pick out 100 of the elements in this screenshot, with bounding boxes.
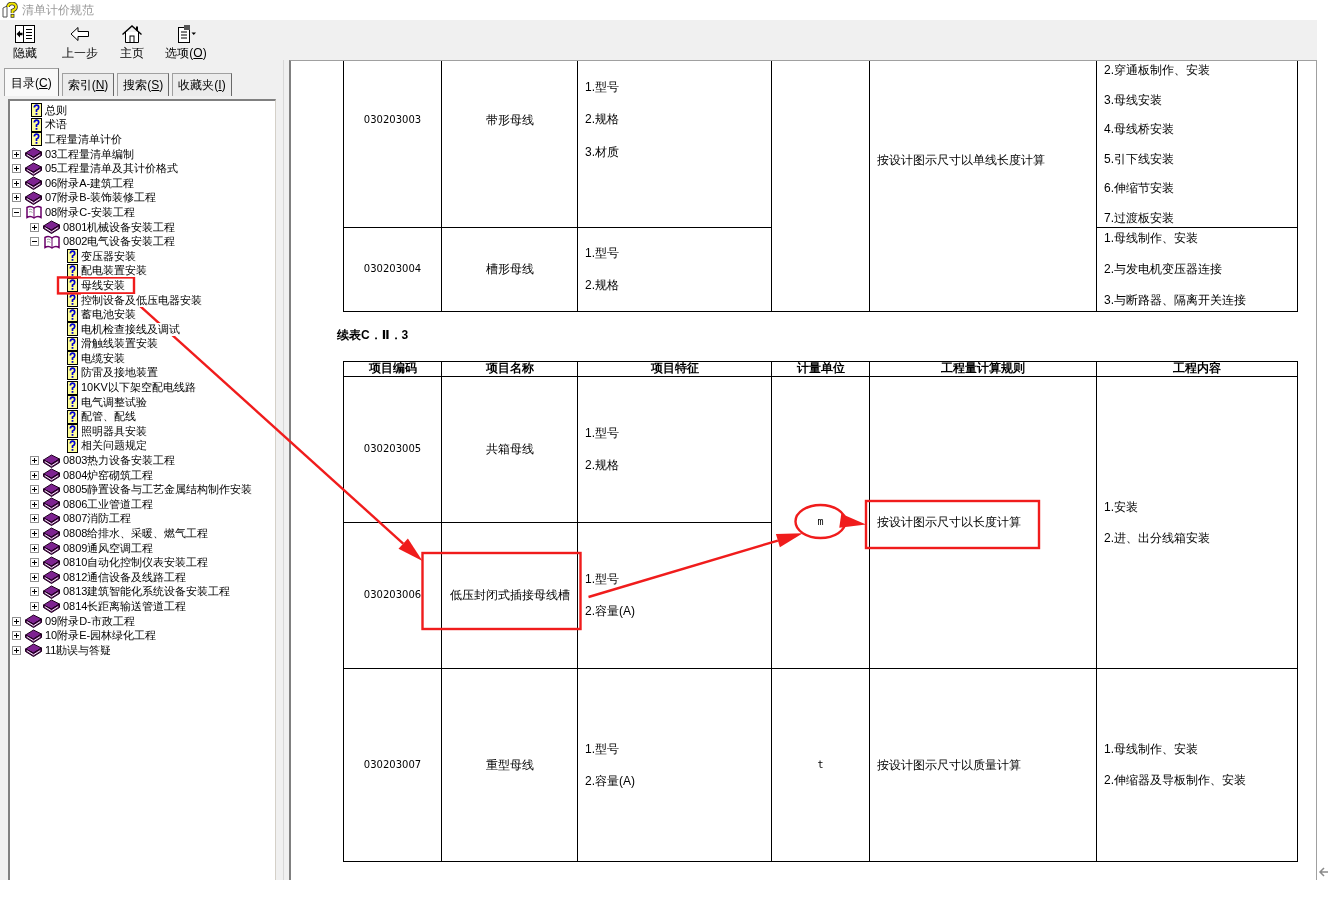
tree-item[interactable]: 03工程量清单编制 — [45, 147, 135, 161]
annotation-arrow — [839, 513, 866, 528]
expand-icon[interactable] — [30, 602, 39, 611]
expand-icon[interactable] — [12, 631, 21, 641]
table-cell: 030203005 — [343, 376, 442, 522]
collapse-icon[interactable] — [30, 237, 39, 247]
expand-icon[interactable] — [30, 470, 39, 480]
work-item: 2.与发电机变压器连接 — [1104, 261, 1223, 277]
tree-item[interactable]: 配电装置安装 — [81, 264, 147, 278]
expand-icon[interactable] — [30, 529, 39, 538]
expand-icon[interactable] — [12, 178, 21, 188]
expand-icon[interactable] — [30, 558, 39, 568]
expand-icon[interactable] — [30, 456, 39, 466]
tree-item[interactable]: 0803热力设备安装工程 — [63, 454, 176, 468]
tree-item[interactable]: 术语 — [45, 118, 67, 132]
expand-icon[interactable] — [30, 514, 39, 524]
back-button[interactable]: 上一步 — [54, 20, 106, 60]
tree-item[interactable]: 0805静置设备与工艺金属结构制作安装 — [63, 483, 253, 497]
tree-item[interactable]: 0814长距离输送管道工程 — [63, 600, 187, 613]
tree-item[interactable]: 配管、配线 — [81, 410, 136, 424]
panel-tab[interactable]: 目录(C) — [4, 68, 59, 96]
tree-item[interactable]: 07附录B-装饰装修工程 — [45, 191, 157, 205]
feature-item: 2.规格 — [585, 457, 620, 473]
expand-icon[interactable] — [30, 572, 39, 582]
tree-item[interactable]: 0813建筑智能化系统设备安装工程 — [63, 585, 231, 599]
tree-item[interactable]: 11勘误与答疑 — [45, 643, 112, 657]
tree-item[interactable]: 0801机械设备安装工程 — [63, 220, 176, 234]
feature-item: 2.容量(A) — [585, 772, 636, 789]
options-button[interactable]: 选项(O) — [158, 20, 214, 60]
panel-tab[interactable]: 收藏夹(I) — [172, 73, 232, 96]
table-cell: 按设计图示尺寸以单线长度计算 — [869, 61, 1097, 311]
work-item: 4.母线桥安装 — [1104, 121, 1175, 137]
feature-item: 3.材质 — [585, 143, 620, 160]
tree-item[interactable]: 防雷及接地装置 — [81, 366, 158, 380]
tree-item[interactable]: 变压器安装 — [81, 249, 136, 263]
expand-icon[interactable] — [12, 193, 21, 203]
tree-item[interactable]: 相关问题规定 — [81, 439, 147, 453]
question-page-icon — [67, 336, 78, 351]
home-icon — [121, 24, 143, 44]
collapse-icon[interactable] — [12, 207, 21, 217]
hide-button[interactable]: 隐藏 — [0, 20, 50, 60]
tree-item[interactable]: 总则 — [45, 103, 67, 117]
panel-tab[interactable]: 搜索(S) — [117, 73, 170, 96]
tree-item[interactable]: 09附录D-市政工程 — [45, 614, 135, 628]
feature-item: 1.型号 — [585, 78, 620, 95]
expand-icon[interactable] — [30, 499, 39, 509]
table-cell: 带形母线 — [441, 61, 578, 227]
tree-item[interactable]: 控制设备及低压电器安装 — [81, 293, 202, 307]
work-item: 5.引下线安装 — [1104, 150, 1175, 167]
question-page-icon — [67, 249, 78, 264]
question-page-icon — [67, 351, 78, 366]
feature-item: 2.规格 — [585, 111, 620, 127]
expand-icon[interactable] — [30, 485, 39, 495]
tree-item[interactable]: 05工程量清单及其计价格式 — [45, 162, 179, 176]
expand-icon[interactable] — [12, 164, 21, 174]
expand-icon[interactable] — [30, 222, 39, 232]
tree-item[interactable]: 0806工业管道工程 — [63, 497, 154, 511]
column-header: 工程内容 — [1096, 361, 1298, 376]
tree-item[interactable]: 工程量清单计价 — [45, 133, 122, 146]
question-page-icon — [67, 263, 78, 278]
column-header: 项目编码 — [343, 361, 442, 376]
back-arrow-icon — [69, 24, 91, 44]
tree-item[interactable]: 0802电气设备安装工程 — [63, 235, 176, 249]
tree-item[interactable]: 10KV以下架空配电线路 — [81, 381, 196, 395]
tree-item[interactable]: 电缆安装 — [81, 351, 125, 365]
tree-item[interactable]: 电气调整试验 — [81, 395, 147, 409]
tree-item[interactable]: 0809通风空调工程 — [63, 541, 154, 555]
tree-item[interactable]: 06附录A-建筑工程 — [45, 176, 135, 190]
question-page-icon — [67, 278, 78, 293]
tree-item[interactable]: 0804炉窑砌筑工程 — [63, 468, 154, 482]
question-page-icon — [67, 409, 78, 424]
expand-icon[interactable] — [30, 543, 39, 553]
tree-item[interactable]: 蓄电池安装 — [81, 308, 136, 322]
tree-item[interactable]: 0812通信设备及线路工程 — [63, 570, 187, 584]
home-button[interactable]: 主页 — [106, 20, 158, 60]
table-cell: 按设计图示尺寸以质量计算 — [869, 668, 1097, 861]
question-page-icon — [67, 424, 78, 439]
table-cell: 低压封闭式插接母线槽 — [441, 522, 578, 668]
tree-item[interactable]: 10附录E-园林绿化工程 — [45, 629, 157, 643]
panel-tab[interactable]: 索引(N) — [61, 73, 115, 96]
expand-icon[interactable] — [12, 149, 21, 159]
work-item: 2.穿通板制作、安装 — [1104, 62, 1211, 78]
tree-item[interactable]: 滑触线装置安装 — [81, 337, 158, 351]
tree-item[interactable]: 0808给排水、采暖、燃气工程 — [63, 527, 209, 540]
tree-item[interactable]: 0807消防工程 — [63, 512, 132, 526]
tree-item[interactable]: 08附录C-安装工程 — [45, 205, 135, 219]
feature-item: 2.规格 — [585, 277, 620, 293]
table-cell: 按设计图示尺寸以长度计算 — [869, 376, 1097, 668]
expand-icon[interactable] — [30, 587, 39, 597]
tree-item[interactable]: 0810自动化控制仪表安装工程 — [63, 556, 209, 570]
question-page-icon — [67, 366, 78, 380]
expand-icon[interactable] — [12, 616, 21, 626]
tree-item[interactable]: 电机检查接线及调试 — [81, 322, 180, 336]
tree-item[interactable]: 照明器具安装 — [81, 424, 147, 438]
work-item: 6.伸缩节安装 — [1104, 180, 1175, 196]
work-item: 2.进、出分线箱安装 — [1104, 529, 1211, 546]
expand-icon[interactable] — [12, 645, 21, 655]
table-cell: 030203004 — [343, 227, 442, 311]
question-page-icon — [67, 380, 78, 395]
question-page-icon — [67, 293, 78, 307]
